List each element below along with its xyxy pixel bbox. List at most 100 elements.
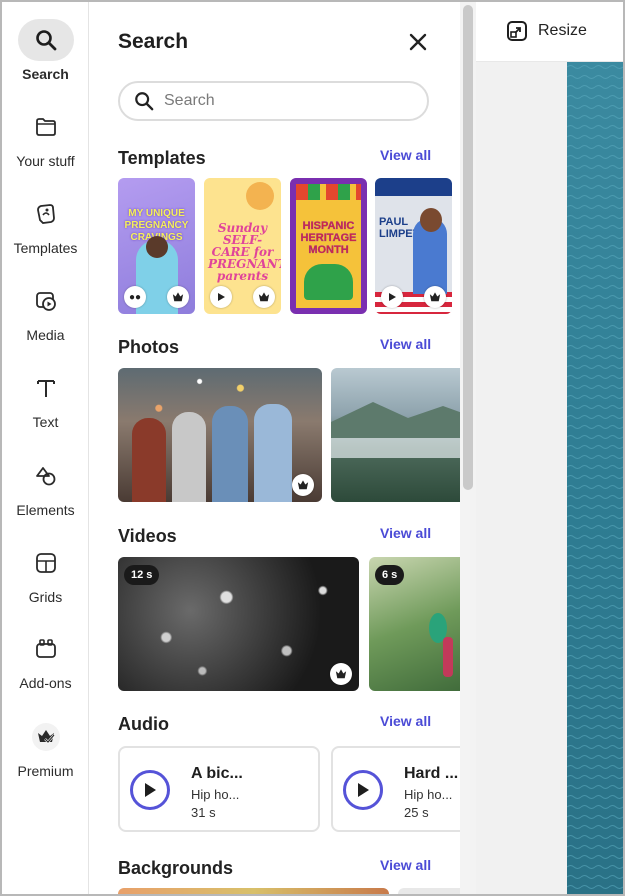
view-all-templates-link[interactable]: View all — [380, 147, 431, 163]
rail-label: Text — [32, 414, 59, 430]
template-person-head — [420, 208, 442, 232]
resize-icon — [507, 21, 527, 41]
template-card[interactable]: Sunday SELF-CARE for PREGNANT parents — [204, 178, 281, 314]
close-icon — [409, 33, 427, 51]
person — [172, 412, 206, 502]
sparkle-icon: ●● — [128, 291, 142, 303]
person — [254, 404, 292, 502]
person — [212, 406, 248, 502]
play-button[interactable] — [343, 770, 383, 810]
play-badge — [210, 286, 232, 308]
view-all-videos-link[interactable]: View all — [380, 525, 431, 541]
audio-duration: 31 s — [191, 805, 216, 820]
top-toolbar: Resize — [476, 2, 623, 62]
search-input[interactable] — [164, 92, 404, 110]
fog — [331, 438, 460, 458]
photo-party[interactable] — [118, 368, 322, 502]
text-icon — [18, 367, 74, 409]
background-thumbnail[interactable] — [118, 888, 389, 894]
rail-item-add-ons[interactable]: Add-ons — [2, 628, 89, 691]
template-figure-head — [146, 236, 168, 258]
rail-label: Search — [22, 66, 69, 82]
rail-item-your-stuff[interactable]: Your stuff — [2, 106, 89, 169]
search-field[interactable] — [118, 81, 429, 121]
premium-crown-icon — [18, 716, 74, 758]
rail-label: Add-ons — [19, 675, 72, 691]
close-button[interactable] — [406, 30, 430, 54]
rail-label: Media — [26, 327, 65, 343]
premium-crown-icon — [258, 292, 270, 302]
template-stars-band — [375, 178, 452, 196]
elements-icon — [18, 455, 74, 497]
search-icon — [17, 19, 74, 61]
resize-button[interactable]: Resize — [506, 20, 587, 42]
duration-badge: 12 s — [124, 565, 160, 585]
play-badge — [381, 286, 403, 308]
flower — [443, 637, 453, 677]
rail-label: Templates — [13, 240, 78, 256]
audio-track[interactable]: Hard ... Hip ho... 25 s — [331, 746, 460, 832]
panel-title: Search — [118, 30, 189, 53]
template-card[interactable]: PAUL LIMPET — [375, 178, 452, 314]
premium-badge — [253, 286, 275, 308]
view-all-backgrounds-link[interactable]: View all — [380, 857, 431, 873]
template-text: Sunday SELF-CARE for PREGNANT parents — [208, 221, 281, 283]
premium-crown-icon — [172, 292, 184, 302]
rail-label: Your stuff — [16, 153, 75, 169]
rail-item-grids[interactable]: Grids — [2, 542, 89, 605]
ocean-texture — [567, 62, 623, 894]
rail-item-premium[interactable]: Premium — [2, 716, 89, 779]
rail-item-media[interactable]: Media — [2, 280, 89, 343]
photo-mountains[interactable] — [331, 368, 460, 502]
play-icon — [145, 783, 156, 797]
template-text: HISPANIC HERITAGE MONTH — [300, 220, 357, 256]
background-thumbnail[interactable] — [398, 888, 460, 894]
add-ons-icon — [18, 628, 74, 670]
search-icon — [135, 92, 154, 111]
premium-crown-icon — [335, 669, 347, 679]
play-button[interactable] — [130, 770, 170, 810]
rail-item-elements[interactable]: Elements — [2, 455, 89, 518]
section-title-videos: Videos — [118, 526, 177, 546]
rail-label: Elements — [16, 502, 75, 518]
audio-title: A bic... — [191, 765, 243, 782]
template-text: PAUL LIMPET — [379, 216, 420, 240]
view-all-audio-link[interactable]: View all — [380, 713, 431, 729]
play-icon — [358, 783, 369, 797]
rail-item-search[interactable]: Search — [2, 19, 89, 82]
animated-badge: ●● — [124, 286, 146, 308]
view-all-photos-link[interactable]: View all — [380, 336, 431, 352]
audio-genre: Hip ho... — [404, 787, 453, 802]
template-leaves — [304, 264, 353, 300]
premium-crown-icon — [297, 480, 309, 490]
play-icon — [218, 293, 225, 301]
premium-badge — [167, 286, 189, 308]
template-card[interactable]: MY UNIQUE PREGNANCY CRAVINGS ●● — [118, 178, 195, 314]
rail-label: Premium — [17, 763, 74, 779]
template-pattern — [296, 184, 361, 200]
rail-item-templates[interactable]: Templates — [2, 193, 89, 256]
premium-badge — [424, 286, 446, 308]
left-rail: Search Your stuff Templates Media Text E… — [2, 2, 89, 894]
person — [132, 418, 166, 502]
search-panel: Search Templates View all MY UNIQUE PREG… — [90, 2, 460, 894]
audio-genre: Hip ho... — [191, 787, 240, 802]
panel-scrollbar-thumb[interactable] — [463, 5, 473, 490]
audio-track[interactable]: A bic... Hip ho... 31 s — [118, 746, 320, 832]
duration-badge: 6 s — [375, 565, 405, 585]
video-hummingbird[interactable]: 6 s — [369, 557, 460, 691]
template-card[interactable]: HISPANIC HERITAGE MONTH — [290, 178, 367, 314]
audio-duration: 25 s — [404, 805, 429, 820]
canvas-image-ocean[interactable] — [567, 62, 623, 894]
play-icon — [389, 293, 396, 301]
media-icon — [18, 280, 74, 322]
rail-item-text[interactable]: Text — [2, 367, 89, 430]
premium-crown-icon — [429, 292, 441, 302]
section-title-templates: Templates — [118, 148, 206, 168]
video-raindrops[interactable]: 12 s — [118, 557, 359, 691]
section-title-photos: Photos — [118, 337, 179, 357]
grids-icon — [18, 542, 74, 584]
section-title-backgrounds: Backgrounds — [118, 858, 234, 878]
resize-label: Resize — [538, 22, 587, 39]
rail-label: Grids — [28, 589, 63, 605]
